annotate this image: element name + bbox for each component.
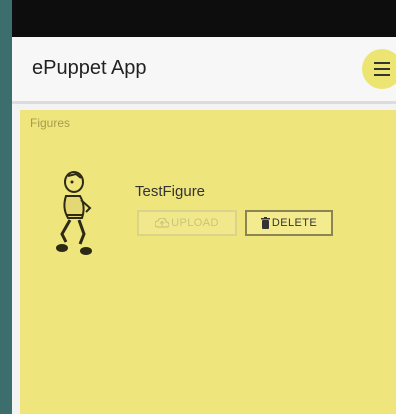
figures-panel: Figures TestFigure UPLOAD DELETE [20,110,396,414]
device-frame: ePuppet App Figures TestFigure UPLOAD DE… [12,0,396,414]
app-screen: ePuppet App Figures TestFigure UPLOAD DE… [12,37,396,414]
delete-button-label: DELETE [271,217,318,229]
delete-button[interactable]: DELETE [245,210,333,236]
hamburger-menu-icon [374,62,390,76]
puppet-figure-image [48,168,106,260]
menu-button[interactable] [362,49,396,89]
section-label: Figures [30,116,71,130]
app-title: ePuppet App [32,57,147,79]
trash-icon [260,217,270,229]
figure-name: TestFigure [135,183,206,200]
status-bar [12,0,396,37]
app-bar: ePuppet App [12,37,396,104]
upload-button-label: UPLOAD [171,217,219,229]
cloud-upload-icon [155,218,170,228]
upload-button[interactable]: UPLOAD [137,210,237,236]
